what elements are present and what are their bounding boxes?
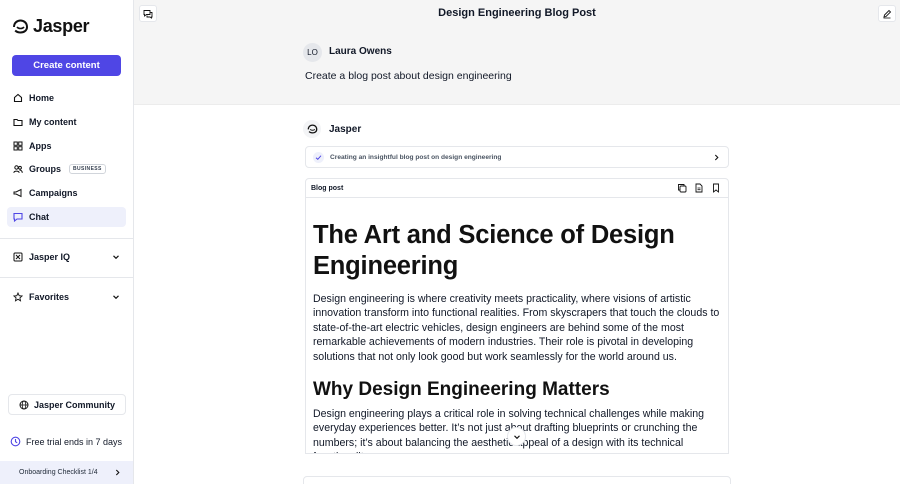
- sidebar-item-my-content[interactable]: My content: [7, 112, 126, 132]
- sidebar-item-label: Favorites: [29, 292, 70, 302]
- page-title: Design Engineering Blog Post: [438, 7, 596, 19]
- copy-icon[interactable]: [677, 183, 687, 193]
- chevron-down-icon: [113, 255, 119, 260]
- user-name: Laura Owens: [329, 46, 392, 57]
- sidebar-item-groups[interactable]: Groups BUSINESS: [7, 159, 126, 179]
- generation-status[interactable]: Creating an insightful blog post on desi…: [305, 146, 729, 168]
- trial-text: Free trial ends in 7 days: [26, 436, 123, 447]
- globe-icon: [19, 400, 29, 409]
- chat-icon: [13, 212, 23, 222]
- chevron-right-icon: [714, 154, 719, 161]
- user-prompt-area: LO Laura Owens Create a blog post about …: [134, 28, 900, 105]
- create-content-button[interactable]: Create content: [12, 55, 121, 76]
- sidebar-item-home[interactable]: Home: [7, 88, 126, 108]
- sidebar: Jasper Create content Home My content Ap…: [0, 0, 134, 484]
- check-icon: [313, 151, 324, 163]
- assistant-header: Jasper: [303, 120, 361, 138]
- jasper-iq-icon: [13, 252, 23, 262]
- chevron-down-icon: [513, 434, 520, 439]
- sidebar-item-label: Groups: [29, 164, 62, 174]
- community-label: Jasper Community: [33, 399, 116, 410]
- sidebar-item-chat[interactable]: Chat: [7, 207, 126, 227]
- bookmark-icon[interactable]: [711, 183, 721, 193]
- sidebar-item-label: Jasper IQ: [29, 252, 71, 262]
- assistant-name: Jasper: [329, 123, 362, 135]
- sidebar-item-campaigns[interactable]: Campaigns: [7, 183, 126, 203]
- doc-card-header: Blog post: [306, 179, 728, 198]
- sidebar-item-label: Chat: [29, 212, 49, 222]
- sidebar-item-jasper-iq[interactable]: Jasper IQ: [7, 247, 126, 267]
- onboarding-label: Onboarding Checklist 1/4: [19, 469, 98, 476]
- blog-post-card: Blog post The Art and Science of Design …: [305, 178, 729, 454]
- trial-notice[interactable]: Free trial ends in 7 days: [10, 436, 122, 447]
- star-icon: [13, 292, 23, 302]
- chevron-down-icon: [113, 295, 119, 300]
- sidebar-divider: [0, 238, 133, 239]
- doc-label: Blog post: [311, 184, 344, 192]
- onboarding-checklist[interactable]: Onboarding Checklist 1/4: [0, 461, 133, 484]
- folder-icon: [13, 118, 23, 127]
- chat-input-box[interactable]: [303, 476, 731, 484]
- post-paragraph: Design engineering is where creativity m…: [313, 293, 720, 363]
- jasper-logo-icon: [13, 19, 29, 34]
- logo-text: Jasper: [33, 16, 90, 36]
- doc-actions: [677, 183, 721, 193]
- sidebar-item-label: My content: [29, 117, 77, 127]
- home-icon: [13, 93, 23, 103]
- document-icon[interactable]: [694, 183, 704, 193]
- jasper-community-button[interactable]: Jasper Community: [8, 394, 126, 415]
- post-heading: The Art and Science of Design Engineerin…: [313, 221, 675, 280]
- edit-icon: [883, 9, 892, 18]
- users-icon: [13, 165, 23, 173]
- edit-title-button[interactable]: [878, 5, 896, 22]
- scroll-down-button[interactable]: [507, 427, 526, 446]
- chevron-right-icon: [115, 469, 120, 476]
- apps-icon: [13, 141, 23, 151]
- top-bar: Design Engineering Blog Post: [134, 0, 900, 28]
- sidebar-item-label: Home: [29, 93, 55, 103]
- user-message: Create a blog post about design engineer…: [305, 70, 512, 82]
- business-badge: BUSINESS: [69, 164, 106, 174]
- jasper-logo[interactable]: Jasper: [12, 16, 90, 37]
- jasper-avatar: [303, 120, 321, 138]
- clock-icon: [10, 436, 21, 447]
- post-subheading: Why Design Engineering Matters: [313, 379, 610, 401]
- jasper-logo-icon: [307, 124, 317, 134]
- status-text: Creating an insightful blog post on desi…: [330, 153, 502, 161]
- sidebar-item-favorites[interactable]: Favorites: [7, 287, 126, 307]
- doc-body: The Art and Science of Design Engineerin…: [306, 198, 728, 453]
- sidebar-item-label: Campaigns: [29, 188, 78, 198]
- sidebar-item-label: Apps: [29, 141, 52, 151]
- sidebar-divider: [0, 277, 133, 278]
- avatar: LO: [303, 43, 322, 62]
- megaphone-icon: [13, 188, 22, 198]
- sidebar-item-apps[interactable]: Apps: [7, 136, 126, 156]
